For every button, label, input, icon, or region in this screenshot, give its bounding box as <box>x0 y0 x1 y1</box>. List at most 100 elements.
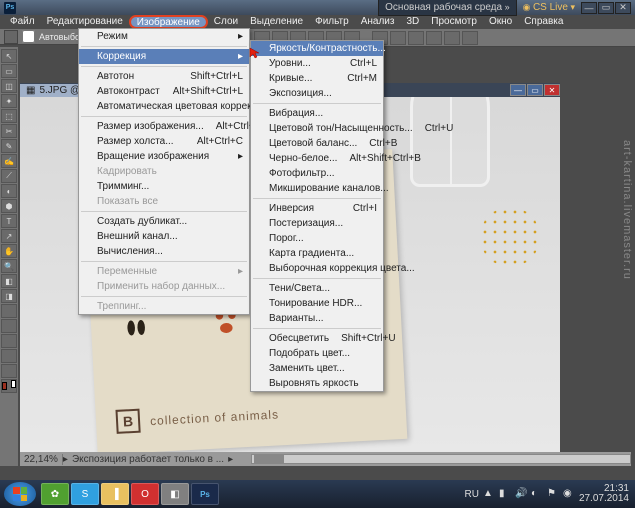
taskbar-app-icon[interactable]: ◧ <box>161 483 189 505</box>
menu-item[interactable]: Постеризация... <box>251 216 383 231</box>
distribute-icon[interactable] <box>426 31 442 45</box>
tool-button[interactable]: ▭ <box>1 64 17 78</box>
tool-button[interactable]: ◨ <box>1 289 17 303</box>
menu-изображение[interactable]: Изображение <box>129 15 208 29</box>
tray-volume-icon[interactable]: 🔊 <box>515 488 527 500</box>
move-tool-icon[interactable] <box>4 30 18 44</box>
menu-редактирование[interactable]: Редактирование <box>41 15 129 29</box>
tool-button[interactable]: ✎ <box>1 139 17 153</box>
tool-button[interactable] <box>1 319 17 333</box>
menu-выделение[interactable]: Выделение <box>244 15 309 29</box>
distribute-icon[interactable] <box>390 31 406 45</box>
tray-icon[interactable]: ◐ <box>531 488 543 500</box>
menu-анализ[interactable]: Анализ <box>355 15 401 29</box>
menu-item[interactable]: Экспозиция... <box>251 86 383 101</box>
minimize-icon[interactable]: — <box>581 2 597 14</box>
menu-item[interactable]: Подобрать цвет... <box>251 346 383 361</box>
menu-item[interactable]: Вычисления... <box>79 244 249 259</box>
tool-button[interactable]: ◧ <box>1 274 17 288</box>
menu-item[interactable]: Фотофильтр... <box>251 166 383 181</box>
zoom-level[interactable]: 22,14% <box>20 454 63 465</box>
menu-item[interactable]: ОбесцветитьShift+Ctrl+U <box>251 331 383 346</box>
menu-item[interactable]: Тени/Света... <box>251 281 383 296</box>
tool-button[interactable]: ↖ <box>1 49 17 63</box>
tool-button[interactable]: ✦ <box>1 94 17 108</box>
menu-item[interactable]: Коррекция▸ <box>79 49 249 64</box>
menu-item[interactable]: Черно-белое...Alt+Shift+Ctrl+B <box>251 151 383 166</box>
close-icon[interactable]: ✕ <box>615 2 631 14</box>
doc-maximize-icon[interactable]: ▭ <box>527 84 543 96</box>
distribute-icon[interactable] <box>462 31 478 45</box>
menu-item[interactable]: Заменить цвет... <box>251 361 383 376</box>
menu-item[interactable]: Размер холста...Alt+Ctrl+C <box>79 134 249 149</box>
tool-button[interactable] <box>1 304 17 318</box>
tool-button[interactable]: 🔍 <box>1 259 17 273</box>
menu-item[interactable]: Порог... <box>251 231 383 246</box>
menu-item[interactable]: Размер изображения...Alt+Ctrl+I <box>79 119 249 134</box>
tool-button[interactable]: ⬚ <box>1 109 17 123</box>
autoselect-checkbox[interactable] <box>22 30 35 43</box>
tool-button[interactable]: ✋ <box>1 244 17 258</box>
tray-lang[interactable]: RU <box>464 489 478 500</box>
menu-item[interactable]: Яркость/Контрастность... <box>251 41 383 56</box>
tool-button[interactable] <box>1 334 17 348</box>
tool-button[interactable] <box>1 349 17 363</box>
menu-item[interactable]: ИнверсияCtrl+I <box>251 201 383 216</box>
menu-item[interactable]: АвтоконтрастAlt+Shift+Ctrl+L <box>79 84 249 99</box>
tool-button[interactable] <box>1 364 17 378</box>
menu-item[interactable]: Внешний канал... <box>79 229 249 244</box>
menu-item[interactable]: Вибрация... <box>251 106 383 121</box>
tool-button[interactable]: ◫ <box>1 79 17 93</box>
menu-item[interactable]: Режим▸ <box>79 29 249 44</box>
menu-слои[interactable]: Слои <box>208 15 244 29</box>
menu-item[interactable]: Варианты... <box>251 311 383 326</box>
menu-item[interactable]: Цветовой баланс...Ctrl+B <box>251 136 383 151</box>
menu-файл[interactable]: Файл <box>4 15 41 29</box>
cslive-button[interactable]: ◉ CS Live ▾ <box>523 2 575 13</box>
taskbar-photoshop-icon[interactable]: Ps <box>191 483 219 505</box>
menu-окно[interactable]: Окно <box>483 15 518 29</box>
taskbar-explorer-icon[interactable]: ▐ <box>101 483 129 505</box>
tool-button[interactable]: ✂ <box>1 124 17 138</box>
maximize-icon[interactable]: ▭ <box>598 2 614 14</box>
menu-item[interactable]: АвтотонShift+Ctrl+L <box>79 69 249 84</box>
menu-просмотр[interactable]: Просмотр <box>425 15 483 29</box>
taskbar-app-icon[interactable]: ✿ <box>41 483 69 505</box>
tray-icon[interactable]: ⚑ <box>547 488 559 500</box>
distribute-icon[interactable] <box>408 31 424 45</box>
menu-item[interactable]: Выровнять яркость <box>251 376 383 391</box>
tray-network-icon[interactable]: ▮ <box>499 488 511 500</box>
start-button[interactable] <box>4 482 36 506</box>
menu-item[interactable]: Цветовой тон/Насыщенность...Ctrl+U <box>251 121 383 136</box>
taskbar-skype-icon[interactable]: S <box>71 483 99 505</box>
menu-item[interactable]: Выборочная коррекция цвета... <box>251 261 383 276</box>
menu-item[interactable]: Вращение изображения▸ <box>79 149 249 164</box>
menu-3d[interactable]: 3D <box>400 15 425 29</box>
menu-фильтр[interactable]: Фильтр <box>309 15 355 29</box>
tray-flag-icon[interactable]: ▲ <box>483 488 495 500</box>
menu-item[interactable]: Создать дубликат... <box>79 214 249 229</box>
clock[interactable]: 21:3127.07.2014 <box>579 484 629 504</box>
tool-button[interactable]: ⟋ <box>1 169 17 183</box>
tool-button[interactable]: ⬢ <box>1 199 17 213</box>
tool-button[interactable]: ✍ <box>1 154 17 168</box>
color-swatch[interactable] <box>1 379 17 393</box>
tool-button[interactable]: T <box>1 214 17 228</box>
tool-button[interactable]: ◐ <box>1 184 17 198</box>
status-arrow-icon[interactable]: ▸ <box>228 454 233 465</box>
doc-close-icon[interactable]: ✕ <box>544 84 560 96</box>
menu-item[interactable]: Микширование каналов... <box>251 181 383 196</box>
menu-справка[interactable]: Справка <box>518 15 569 29</box>
menu-item[interactable]: Тонирование HDR... <box>251 296 383 311</box>
horizontal-scrollbar[interactable] <box>251 454 631 464</box>
distribute-icon[interactable] <box>444 31 460 45</box>
tool-button[interactable]: ↗ <box>1 229 17 243</box>
menu-item[interactable]: Тримминг... <box>79 179 249 194</box>
workspace-button[interactable]: Основная рабочая среда » <box>378 0 516 16</box>
menu-item[interactable]: Карта градиента... <box>251 246 383 261</box>
taskbar-opera-icon[interactable]: O <box>131 483 159 505</box>
menu-item[interactable]: Уровни...Ctrl+L <box>251 56 383 71</box>
menu-item[interactable]: Автоматическая цветовая коррекцияShift+C… <box>79 99 249 114</box>
doc-minimize-icon[interactable]: — <box>510 84 526 96</box>
menu-item[interactable]: Кривые...Ctrl+M <box>251 71 383 86</box>
